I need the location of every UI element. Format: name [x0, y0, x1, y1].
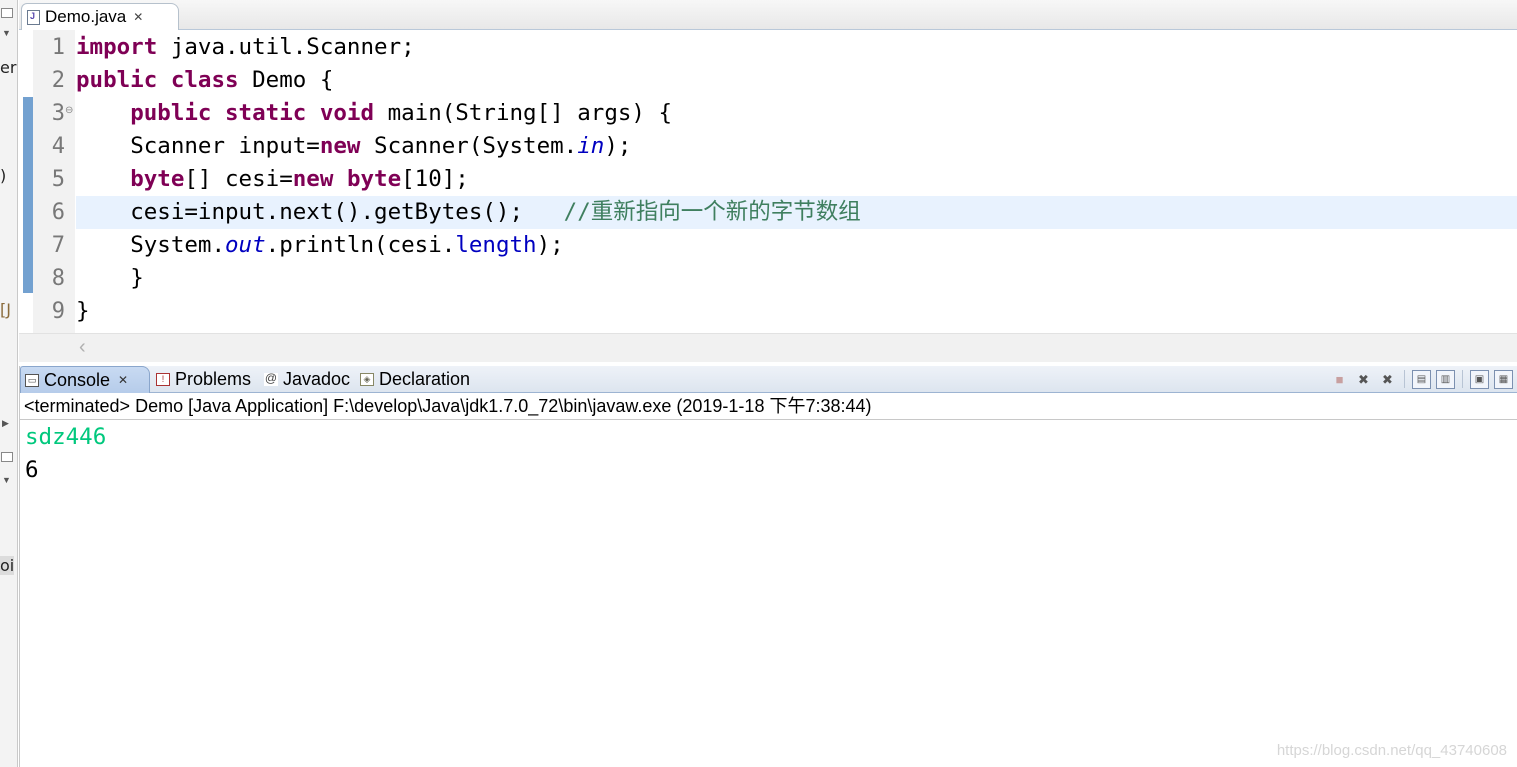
code-token: [10]; [401, 166, 469, 192]
code-token: ); [536, 232, 564, 258]
terminate-icon[interactable]: ■ [1330, 370, 1349, 389]
code-line[interactable]: byte[] cesi=new byte[10]; [76, 163, 1517, 196]
code-token-keyword: new [319, 133, 361, 159]
tab-label: Declaration [379, 369, 471, 389]
line-number: 7 [51, 233, 65, 258]
code-token: java.util.Scanner; [157, 34, 415, 60]
code-token: [] cesi= [184, 166, 293, 192]
change-marker [23, 97, 33, 293]
code-token-keyword: byte [346, 166, 402, 192]
code-token-keyword: import [76, 34, 158, 60]
code-line[interactable]: System.out.println(cesi.length); [76, 229, 1517, 262]
console-toolbar: ■ ✖ ✖ ▤ ▥ ▣ ▦ [1330, 370, 1513, 389]
console-icon: ▭ [25, 373, 39, 387]
view-tab-bar: ▭ Console ✕ ! Problems @ Javadoc ◈ Decla… [20, 366, 1517, 393]
restore-icon[interactable] [1, 452, 13, 462]
fold-collapse-icon[interactable]: ⊖ [65, 105, 73, 116]
horizontal-scrollbar[interactable]: ‹ [19, 333, 1517, 362]
close-icon[interactable]: ✕ [118, 373, 128, 387]
line-number: 9 [51, 299, 65, 324]
left-panel-fragment: [J [0, 300, 11, 319]
javadoc-icon: @ [264, 371, 278, 386]
code-area[interactable]: 1 2 3 ⊖ 4 5 6 7 8 9 import java.util.Sca… [19, 30, 1517, 333]
code-line-current[interactable]: cesi=input.next().getBytes(); //重新指向一个新的… [76, 196, 1517, 229]
code-token-keyword: static [225, 100, 307, 126]
clear-console-icon[interactable]: ▤ [1412, 370, 1431, 389]
left-panel-fragment: oi [0, 556, 15, 575]
code-token-keyword: void [319, 100, 375, 126]
code-token-keyword: new [292, 166, 334, 192]
tab-label: Console [44, 369, 111, 390]
code-token: } [130, 265, 144, 291]
toolbar-separator [1462, 370, 1463, 388]
chevron-right-icon[interactable]: ▶ [2, 418, 9, 429]
code-token: System. [130, 232, 226, 258]
code-token-keyword: public [130, 100, 212, 126]
code-token: } [76, 298, 90, 324]
code-token-keyword: public [76, 67, 158, 93]
code-token-field: in [577, 133, 605, 159]
code-token: Scanner(System. [360, 133, 578, 159]
code-line[interactable]: Scanner input=new Scanner(System.in); [76, 130, 1517, 163]
code-token-keyword: class [170, 67, 239, 93]
line-number: 5 [51, 167, 65, 192]
code-token: Scanner input= [130, 133, 320, 159]
chevron-left-icon[interactable]: ‹ [79, 336, 86, 359]
declaration-icon: ◈ [360, 373, 374, 386]
editor-tab-demo-java[interactable]: Demo.java ✕ [21, 3, 179, 30]
chevron-down-icon[interactable]: ▼ [2, 475, 11, 485]
console-input-line: sdz446 [25, 424, 107, 450]
code-token: main(String[] args) { [374, 100, 673, 126]
tab-declaration[interactable]: ◈ Declaration [356, 366, 470, 393]
code-token-comment: //重新指向一个新的字节数组 [563, 199, 861, 225]
line-number: 2 [51, 68, 65, 93]
problems-icon: ! [156, 373, 170, 386]
java-editor: Demo.java ✕ 1 2 3 ⊖ 4 5 6 7 8 9 import j… [19, 0, 1517, 362]
remove-all-terminated-icon[interactable]: ✖ [1378, 370, 1397, 389]
left-side-panel: ▼ er ) [J ▶ ▼ oi [0, 0, 18, 767]
code-line[interactable]: public class Demo { [76, 64, 1517, 97]
console-process-label: <terminated> Demo [Java Application] F:\… [20, 393, 1517, 420]
restore-icon[interactable] [1, 8, 13, 18]
editor-tab-label: Demo.java [45, 7, 127, 26]
code-token-field: length [455, 232, 537, 258]
line-number: 3 [51, 101, 65, 126]
code-token-keyword: byte [130, 166, 185, 192]
tab-console[interactable]: ▭ Console ✕ [20, 366, 150, 393]
line-number: 1 [51, 35, 65, 60]
code-token: cesi=input.next().getBytes(); [130, 199, 524, 225]
tab-problems[interactable]: ! Problems [152, 366, 251, 393]
code-line[interactable]: import java.util.Scanner; [76, 31, 1517, 64]
toolbar-separator [1404, 370, 1405, 388]
code-line[interactable]: } [76, 295, 1517, 328]
tab-label: Problems [175, 369, 252, 389]
code-token: Demo { [238, 67, 334, 93]
line-number: 8 [51, 266, 65, 291]
code-line[interactable]: } [76, 262, 1517, 295]
code-token-field: out [225, 232, 266, 258]
code-line[interactable]: public static void main(String[] args) { [76, 97, 1517, 130]
left-panel-fragment: er [0, 58, 17, 77]
remove-launch-icon[interactable]: ✖ [1354, 370, 1373, 389]
code-token: .println(cesi. [265, 232, 456, 258]
left-panel-fragment: ) [0, 166, 7, 185]
editor-tab-bar: Demo.java ✕ [19, 0, 1517, 30]
watermark: https://blog.csdn.net/qq_43740608 [1276, 742, 1507, 759]
display-selected-console-icon[interactable]: ▦ [1494, 370, 1513, 389]
line-number: 6 [51, 200, 65, 225]
line-number: 4 [51, 134, 65, 159]
console-view: ▭ Console ✕ ! Problems @ Javadoc ◈ Decla… [19, 366, 1517, 767]
chevron-down-icon[interactable]: ▼ [2, 28, 11, 38]
code-token: ); [604, 133, 632, 159]
close-icon[interactable]: ✕ [133, 10, 143, 24]
pin-console-icon[interactable]: ▣ [1470, 370, 1489, 389]
java-file-icon [27, 9, 40, 25]
tab-label: Javadoc [283, 369, 351, 389]
tab-javadoc[interactable]: @ Javadoc [260, 366, 350, 393]
console-output-line: 6 [25, 457, 39, 483]
scroll-lock-icon[interactable]: ▥ [1436, 370, 1455, 389]
console-output[interactable]: sdz446 6 [20, 421, 1517, 767]
